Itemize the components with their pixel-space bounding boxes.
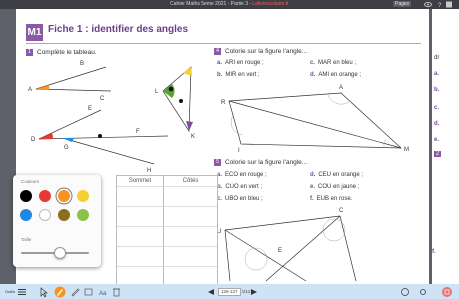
- text-icon[interactable]: Aa: [99, 291, 107, 297]
- side-text-2: a.: [434, 71, 440, 77]
- figure-UCEBO: U C E: [217, 208, 357, 282]
- eye-icon[interactable]: [424, 2, 432, 7]
- point-label-K: K: [191, 134, 195, 140]
- table-header-cotes: Côtés: [182, 178, 199, 184]
- size-slider-knob[interactable]: [54, 247, 66, 259]
- color-swatch-blue[interactable]: [20, 209, 32, 221]
- point-label-R: R: [221, 100, 226, 106]
- figure-angle-D: D E F G H: [31, 106, 169, 174]
- point-label-G: G: [64, 145, 69, 151]
- color-swatch-black[interactable]: [20, 190, 32, 202]
- side-text-6: e.: [434, 137, 440, 143]
- highlighter-icon[interactable]: [71, 288, 80, 297]
- rectangle-icon[interactable]: [84, 288, 93, 296]
- page-total: /212: [241, 289, 251, 294]
- point-label-D: D: [31, 137, 36, 143]
- figure-angle-A: A B C: [28, 61, 112, 102]
- color-swatch-green[interactable]: [77, 209, 89, 221]
- colors-label: Couleurs: [21, 179, 40, 184]
- point-label-A2: A: [339, 85, 343, 91]
- bottom-toolbar: Outils Aa 126-127 /212: [0, 284, 459, 299]
- trash-icon[interactable]: [113, 288, 120, 297]
- next-page-preview[interactable]: dr a. b. c. d. e. 2 f.: [432, 9, 459, 284]
- window-title-bar: Cahier Maths 5eme 2021 - Partie 3 - Leli…: [0, 0, 459, 9]
- color-swatch-white[interactable]: [39, 209, 51, 221]
- size-label: Taille: [21, 237, 32, 242]
- point-label-L: L: [155, 89, 159, 95]
- point-label-B: B: [80, 61, 84, 67]
- point-label-A: A: [28, 87, 32, 93]
- pen-icon[interactable]: [54, 286, 66, 298]
- answer-table: Sommet Côtés: [116, 175, 218, 284]
- point-label-C: C: [100, 96, 105, 102]
- color-swatch-orange-selected[interactable]: [58, 190, 70, 202]
- side-text-7: f.: [432, 249, 436, 255]
- side-text-1: dr: [434, 55, 440, 61]
- color-palette-popup: Couleurs Taille: [13, 175, 101, 267]
- title-bar-icons: ?: [424, 1, 452, 9]
- fullscreen-icon[interactable]: [442, 287, 452, 297]
- point-label-F: F: [136, 129, 140, 135]
- side-exercise-number: 2: [434, 151, 441, 157]
- color-swatch-red[interactable]: [39, 190, 51, 202]
- figure-quadrilateral-RAMI: R A M I: [221, 85, 409, 154]
- prev-page-icon[interactable]: [208, 289, 214, 295]
- color-swatch-yellow[interactable]: [77, 190, 89, 202]
- settings-icon[interactable]: [420, 289, 426, 295]
- point-label-E: E: [88, 106, 92, 112]
- table-header-sommet: Sommet: [128, 178, 152, 184]
- color-swatch-brown[interactable]: [58, 209, 70, 221]
- point-label-H: H: [147, 168, 151, 174]
- point-label-M: M: [404, 147, 409, 153]
- close-icon[interactable]: [446, 1, 452, 8]
- zoom-icon[interactable]: [401, 288, 409, 296]
- pointer-icon[interactable]: [40, 287, 48, 298]
- page-navigator: 126-127 /212: [218, 287, 251, 296]
- side-text-4: c.: [434, 105, 440, 111]
- figure-angle-L: L K: [155, 66, 195, 140]
- point-label-C2: C: [339, 208, 344, 214]
- svg-text:Aa: Aa: [99, 291, 107, 297]
- page-number-input[interactable]: 126-127: [218, 288, 241, 296]
- side-text-3: b.: [434, 87, 440, 93]
- next-page-icon[interactable]: [251, 289, 257, 295]
- point-label-E2: E: [278, 248, 282, 254]
- point-label-I: I: [238, 148, 240, 154]
- side-text-5: d.: [434, 121, 440, 127]
- menu-icon[interactable]: [18, 289, 26, 295]
